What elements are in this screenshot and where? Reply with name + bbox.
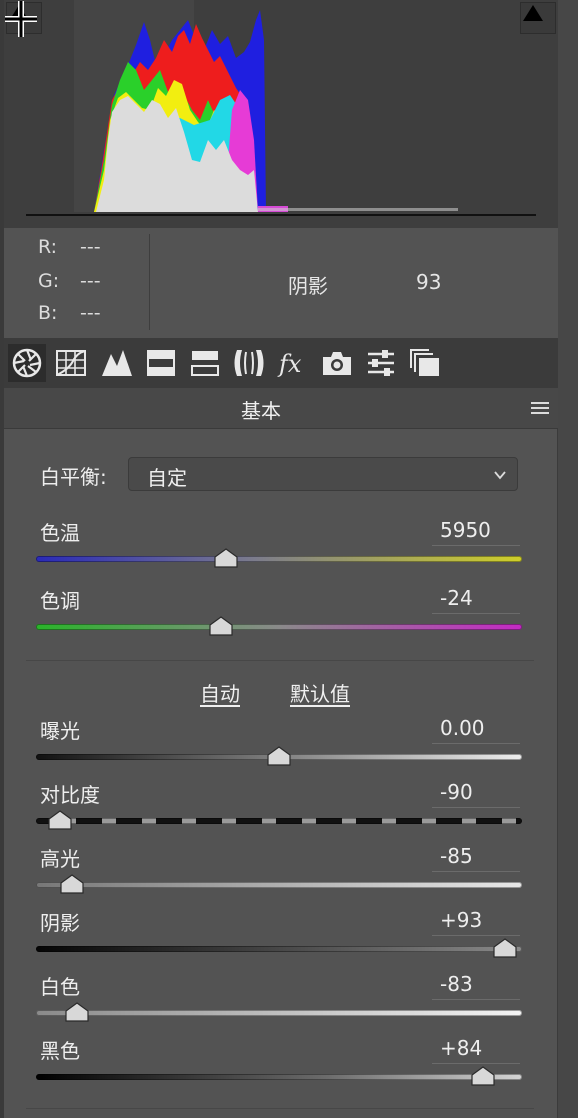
tab-lens-corrections[interactable] xyxy=(230,344,268,382)
tint-label: 色调 xyxy=(40,589,80,613)
tab-basic[interactable] xyxy=(8,344,46,382)
readout-param-value: 93 xyxy=(416,270,442,294)
r-value: --- xyxy=(80,236,101,258)
svg-text:fx: fx xyxy=(277,350,302,378)
readout-divider xyxy=(149,234,150,330)
panel-scrollbar[interactable] xyxy=(557,0,578,1118)
default-button[interactable]: 默认值 xyxy=(290,678,350,707)
section-divider-bottom xyxy=(26,1108,534,1109)
presets-icon xyxy=(368,350,394,376)
g-label: G: xyxy=(38,270,60,292)
histogram-graph xyxy=(26,0,536,216)
tab-detail[interactable] xyxy=(98,344,136,382)
basic-icon xyxy=(12,348,42,378)
histogram xyxy=(4,0,558,228)
highlights-label: 高光 xyxy=(40,847,80,871)
tone-curve-icon xyxy=(56,350,86,376)
tab-snapshots[interactable] xyxy=(406,344,444,382)
blacks-value[interactable]: +84 xyxy=(432,1034,520,1064)
snapshots-icon xyxy=(410,349,439,376)
tab-split-toning[interactable] xyxy=(186,344,224,382)
temperature-label: 色温 xyxy=(40,521,80,545)
tint-slider-track[interactable] xyxy=(36,624,522,630)
panel-tabs-toolbar: fx xyxy=(4,338,558,388)
whites-label: 白色 xyxy=(40,975,80,999)
shadows-label: 阴影 xyxy=(40,911,80,935)
lens-corrections-icon xyxy=(234,350,264,376)
highlight-clipping-warning-button[interactable] xyxy=(520,2,556,34)
tint-slider-thumb[interactable] xyxy=(209,616,233,636)
readout-r-row: R: --- xyxy=(38,236,101,258)
whites-slider-track[interactable] xyxy=(36,1010,522,1016)
shadows-slider-track[interactable] xyxy=(36,946,522,952)
camera-calibration-icon xyxy=(323,352,351,375)
contrast-slider-track[interactable] xyxy=(36,818,522,824)
temperature-value[interactable]: 5950 xyxy=(432,516,520,546)
shadows-slider-thumb[interactable] xyxy=(493,938,517,958)
tab-tone-curve[interactable] xyxy=(52,344,90,382)
g-value: --- xyxy=(80,270,101,292)
b-label: B: xyxy=(38,302,58,324)
highlights-value[interactable]: -85 xyxy=(432,842,520,872)
exposure-value[interactable]: 0.00 xyxy=(432,714,520,744)
white-balance-select[interactable]: 自定 xyxy=(128,457,518,491)
whites-value[interactable]: -83 xyxy=(432,970,520,1000)
highlights-slider-thumb[interactable] xyxy=(60,874,85,894)
exposure-slider-thumb[interactable] xyxy=(267,746,291,766)
contrast-label: 对比度 xyxy=(40,783,100,807)
contrast-value[interactable]: -90 xyxy=(432,778,520,808)
exposure-label: 曝光 xyxy=(40,719,80,743)
section-header: 基本 xyxy=(4,388,558,429)
whites-slider-thumb[interactable] xyxy=(65,1002,89,1022)
chevron-down-icon xyxy=(494,471,506,480)
temperature-slider-track[interactable] xyxy=(36,556,522,562)
detail-icon xyxy=(102,350,132,376)
shadows-value[interactable]: +93 xyxy=(432,906,520,936)
blacks-label: 黑色 xyxy=(40,1039,80,1063)
readout-b-row: B: --- xyxy=(38,302,101,324)
section-divider xyxy=(26,660,534,661)
section-title: 基本 xyxy=(241,399,281,423)
tab-presets[interactable] xyxy=(362,344,400,382)
auto-button[interactable]: 自动 xyxy=(200,678,240,707)
b-value: --- xyxy=(80,302,101,324)
white-balance-label: 白平衡: xyxy=(40,465,107,489)
readout-g-row: G: --- xyxy=(38,270,101,292)
effects-icon: fx xyxy=(277,350,302,378)
highlights-slider-track[interactable] xyxy=(36,882,522,888)
move-cursor-icon xyxy=(5,1,37,37)
split-toning-icon xyxy=(191,351,219,376)
hsl-icon xyxy=(147,350,175,376)
tab-camera-calibration[interactable] xyxy=(318,344,356,382)
tab-hsl[interactable] xyxy=(142,344,180,382)
temperature-slider-thumb[interactable] xyxy=(213,548,238,568)
tab-effects[interactable]: fx xyxy=(274,344,312,382)
blacks-slider-track[interactable] xyxy=(36,1074,522,1080)
tint-value[interactable]: -24 xyxy=(432,584,520,614)
panel-menu-icon[interactable] xyxy=(530,400,550,416)
r-label: R: xyxy=(38,236,58,258)
readout-param-label: 阴影 xyxy=(288,274,328,298)
white-balance-value: 自定 xyxy=(147,466,187,490)
contrast-slider-thumb[interactable] xyxy=(48,810,72,830)
blacks-slider-thumb[interactable] xyxy=(471,1066,495,1086)
highlight-clipping-icon xyxy=(523,5,543,21)
rgb-readout: R: --- G: --- B: --- 阴影 93 xyxy=(4,228,558,338)
